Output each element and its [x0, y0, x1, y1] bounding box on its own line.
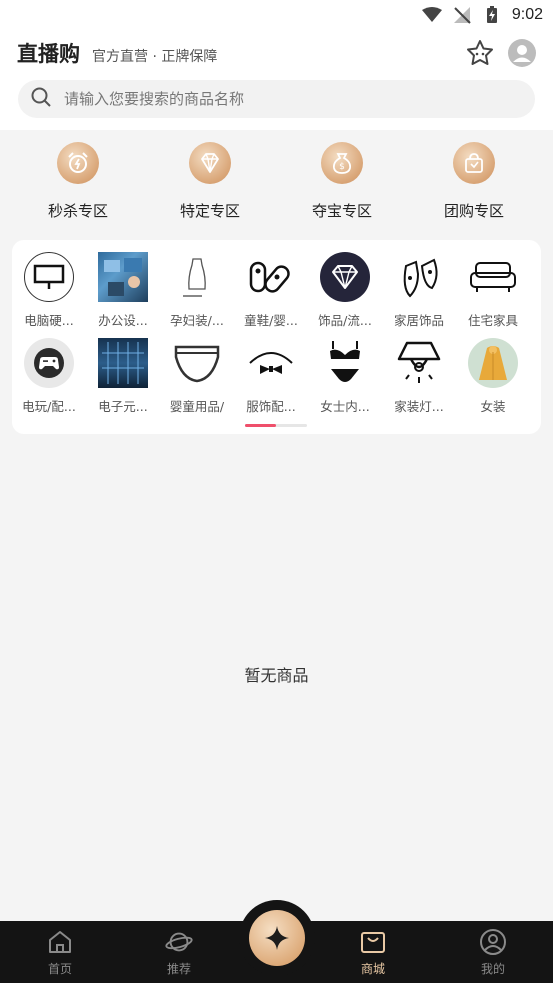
planet-icon: [165, 929, 193, 955]
category-row: 电脑硬... 办公设... 孕妇装/... 童鞋/婴... 饰品/流... 家居…: [12, 252, 541, 338]
header: 直播购 官方直营 · 正牌保障: [0, 30, 553, 130]
category-item[interactable]: 家居饰品: [382, 252, 456, 338]
zone-special[interactable]: 特定专区: [144, 138, 276, 230]
category-label: 家居饰品: [393, 313, 444, 328]
lingerie-icon: [320, 338, 370, 388]
battery-icon: [482, 5, 502, 25]
zone-seckill[interactable]: 秒杀专区: [12, 138, 144, 230]
electronic-components-icon: [98, 338, 148, 388]
nav-label: 首页: [47, 962, 72, 976]
empty-state-message: 暂无商品: [244, 666, 309, 685]
category-label: 饰品/流...: [318, 313, 372, 328]
page-title: 直播购: [17, 42, 80, 66]
avatar-icon[interactable]: [506, 37, 538, 69]
jewelry-diamond-icon: [320, 252, 370, 302]
zone-label: 团购专区: [443, 202, 504, 220]
page-indicator-active: [245, 424, 276, 427]
zone-label: 秒杀专区: [47, 202, 108, 220]
category-label: 女装: [480, 399, 506, 414]
nav-label: 我的: [480, 962, 505, 976]
category-item[interactable]: 饰品/流...: [308, 252, 382, 338]
category-item[interactable]: 服饰配...: [234, 338, 308, 424]
category-label: 住宅家具: [467, 313, 518, 328]
category-label: 婴童用品/: [169, 399, 225, 414]
category-item[interactable]: 女士内...: [308, 338, 382, 424]
title-row: 直播购 官方直营 · 正牌保障: [17, 38, 217, 68]
monitor-icon: [24, 252, 74, 302]
category-item[interactable]: 婴童用品/: [160, 338, 234, 424]
category-label: 电脑硬...: [24, 313, 74, 328]
star-icon[interactable]: [464, 37, 496, 69]
search-bar[interactable]: [18, 80, 535, 118]
category-item[interactable]: 电脑硬...: [12, 252, 86, 338]
nav-recommend[interactable]: 推荐: [139, 921, 219, 983]
sofa-icon: [468, 252, 518, 302]
diaper-icon: [172, 338, 222, 388]
status-time: 9:02: [511, 6, 543, 23]
category-item[interactable]: 童鞋/婴...: [234, 252, 308, 338]
diamond-icon: [189, 142, 231, 184]
shopping-bag-icon: [359, 929, 387, 955]
womens-coat-icon: [468, 338, 518, 388]
home-decor-icon: [394, 252, 444, 302]
zone-label: 夺宝专区: [311, 202, 372, 220]
category-label: 童鞋/婴...: [244, 313, 298, 328]
zone-treasure[interactable]: $ 夺宝专区: [276, 138, 408, 230]
zone-label: 特定专区: [179, 202, 240, 220]
search-input[interactable]: [64, 90, 484, 108]
shopping-bag-icon: [453, 142, 495, 184]
kids-shoes-icon: [246, 252, 296, 302]
home-icon: [46, 929, 74, 955]
office-photo-icon: [98, 252, 148, 302]
category-label: 服饰配...: [246, 399, 296, 414]
nav-label: 商城: [360, 962, 385, 976]
category-label: 孕妇装/...: [170, 313, 224, 328]
sparkle-icon: [249, 910, 305, 966]
category-item[interactable]: 孕妇装/...: [160, 252, 234, 338]
category-item[interactable]: 办公设...: [86, 252, 160, 338]
category-panel: 电脑硬... 办公设... 孕妇装/... 童鞋/婴... 饰品/流... 家居…: [12, 240, 541, 434]
wifi-icon: [421, 5, 442, 25]
category-label: 电玩/配...: [22, 399, 76, 414]
no-signal-icon: [452, 5, 472, 25]
alarm-clock-icon: [57, 142, 99, 184]
category-item[interactable]: 女装: [456, 338, 530, 424]
gamepad-icon: [24, 338, 74, 388]
user-icon: [479, 929, 507, 955]
zone-groupbuy[interactable]: 团购专区: [408, 138, 540, 230]
category-item[interactable]: 电子元...: [86, 338, 160, 424]
live-center-button[interactable]: [239, 900, 315, 976]
category-item[interactable]: 家装灯...: [382, 338, 456, 424]
nav-home[interactable]: 首页: [20, 921, 100, 983]
bowtie-icon: [246, 338, 296, 388]
zone-shortcuts: 秒杀专区 特定专区 $ 夺宝专区 团购专区: [0, 138, 553, 230]
category-label: 女士内...: [320, 399, 370, 414]
category-label: 家装灯...: [394, 399, 444, 414]
category-label: 办公设...: [98, 313, 148, 328]
status-bar: 9:02: [0, 0, 553, 30]
nav-mall[interactable]: 商城: [333, 921, 413, 983]
category-item[interactable]: 住宅家具: [456, 252, 530, 338]
category-grid: 电脑硬... 办公设... 孕妇装/... 童鞋/婴... 饰品/流... 家居…: [12, 252, 541, 424]
category-label: 电子元...: [98, 399, 148, 414]
money-bag-icon: $: [321, 142, 363, 184]
page-indicator: [245, 424, 307, 427]
search-icon: [30, 86, 52, 112]
lamp-icon: [394, 338, 444, 388]
maternity-dress-icon: [172, 252, 222, 302]
category-row: 电玩/配... 电子元... 婴童用品/ 服饰配... 女士内... 家装灯..…: [12, 338, 541, 424]
svg-text:$: $: [339, 162, 345, 172]
page-subtitle: 官方直营 · 正牌保障: [92, 49, 218, 65]
category-item[interactable]: 电玩/配...: [12, 338, 86, 424]
nav-profile[interactable]: 我的: [453, 921, 533, 983]
nav-label: 推荐: [166, 962, 191, 976]
